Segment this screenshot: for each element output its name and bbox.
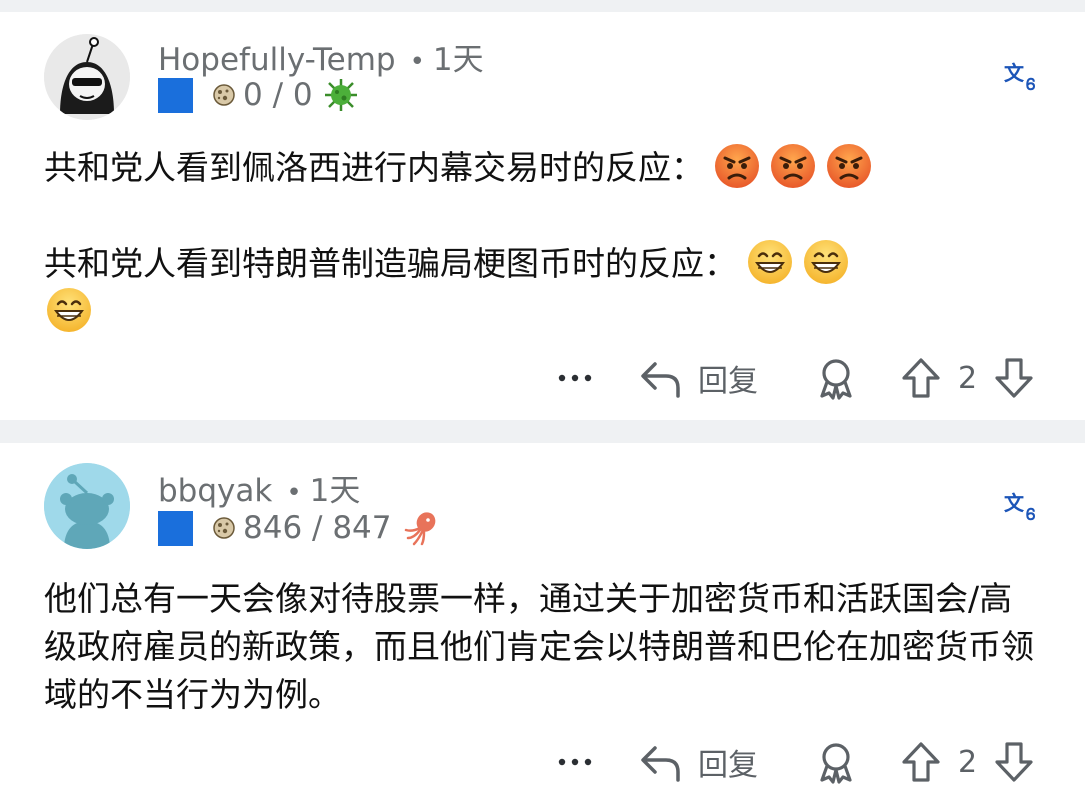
translate-icon[interactable]: 文 Ꮾ [1004,490,1040,522]
karma-count: 0 / 0 [243,77,313,113]
comment-author-line: bbqyak • 1天 [158,465,360,510]
upvote-icon[interactable] [900,740,942,784]
grinning-face-emoji [47,288,91,332]
downvote-icon[interactable] [993,356,1035,400]
reply-arrow-icon [641,362,680,398]
flair-blue-square [158,510,193,546]
reply-label: 回复 [698,748,758,783]
translate-icon[interactable]: 文 Ꮾ [1004,60,1040,92]
upvote-icon[interactable] [900,356,942,400]
comment-actions: 回复 2 [0,740,1085,784]
grinning-face-emoji [748,239,792,284]
top-separator [0,0,1085,12]
vote-count: 2 [958,744,978,780]
more-dots-icon [558,758,592,766]
comment: bbqyak • 1天 846 / 847 文 Ꮾ 他们总有一天会像对待股票一样，通… [0,443,1085,802]
flair-blue-square [158,77,193,113]
award-button[interactable] [814,740,858,784]
virus-badge-icon [324,79,357,111]
comment-paragraph: 共和党人看到特朗普制造骗局梗图币时的反应： [44,239,1044,337]
angry-face-emoji [827,143,871,188]
award-button[interactable] [814,356,858,400]
vote-count: 2 [958,360,978,396]
comment-separator [0,420,1085,443]
reply-button[interactable]: 回复 [640,740,758,784]
comment-author-line: Hopefully-Temp • 1天 [158,34,484,79]
karma-count: 846 / 847 [243,510,392,546]
grinning-face-emoji [804,239,848,284]
user-flair: 0 / 0 [158,75,359,115]
angry-face-emoji [771,143,815,188]
award-icon [820,743,852,784]
user-flair: 846 / 847 [158,508,438,548]
reply-arrow-icon [641,746,680,782]
more-options-button[interactable] [556,356,596,400]
svg-text:Ꮾ: Ꮾ [1026,75,1036,92]
username[interactable]: bbqyak [158,473,272,509]
award-icon [820,359,852,400]
username[interactable]: Hopefully-Temp [158,42,396,78]
svg-text:文: 文 [1004,61,1025,85]
angry-face-emoji [715,143,759,188]
comment-paragraph: 共和党人看到佩洛西进行内幕交易时的反应： [44,143,1044,193]
vote-controls: 2 [900,740,1035,784]
timestamp: 1天 [309,473,361,509]
timestamp: 1天 [432,42,484,78]
svg-text:文: 文 [1004,491,1025,515]
meta-separator: • [286,478,302,508]
svg-text:Ꮾ: Ꮾ [1026,505,1036,522]
reply-button[interactable]: 回复 [640,356,758,400]
meta-separator: • [409,47,425,77]
comment-paragraph: 他们总有一天会像对待股票一样，通过关于加密货币和活跃国会/高级政府雇员的新政策，… [44,579,1034,714]
avatar-snoo-icon [44,463,130,549]
moon-coin-icon [213,517,235,539]
vote-controls: 2 [900,356,1035,400]
avatar[interactable] [44,34,130,120]
moon-coin-icon [213,84,235,106]
downvote-icon[interactable] [993,740,1035,784]
comment-actions: 回复 2 [0,356,1085,400]
squid-badge-icon [404,512,435,546]
more-options-button[interactable] [556,740,596,784]
avatar-hooded-icon [44,34,130,120]
comment: Hopefully-Temp • 1天 0 / 0 文 Ꮾ 共和党人看到佩洛西进… [0,12,1085,420]
reply-label: 回复 [698,364,758,399]
avatar[interactable] [44,463,130,549]
more-dots-icon [558,374,592,382]
